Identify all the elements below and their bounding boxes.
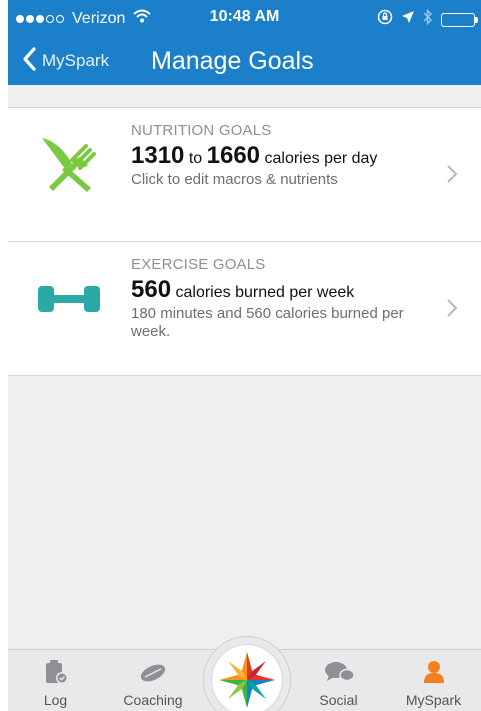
- calorie-min: 1310: [131, 142, 185, 169]
- nutrition-goal-range: 1310 to 1660 calories per day: [131, 142, 421, 170]
- fork-knife-icon: [36, 130, 100, 194]
- social-icon: [323, 659, 355, 685]
- tab-log[interactable]: Log: [8, 650, 103, 711]
- location-arrow-icon: [401, 10, 415, 29]
- back-button[interactable]: MySpark: [22, 44, 109, 78]
- tab-myspark[interactable]: MySpark: [386, 650, 481, 711]
- calories-burned-value: 560: [131, 276, 172, 303]
- log-icon: [40, 659, 72, 685]
- nutrition-goal-subtitle: Click to edit macros & nutrients: [131, 171, 338, 188]
- range-separator: to: [188, 150, 203, 167]
- header: Verizon 10:48 AM MySpark Manage Goals: [8, 0, 481, 85]
- person-icon: [418, 659, 450, 685]
- app-screen: Verizon 10:48 AM MySpark Manage Goals NU…: [8, 0, 481, 711]
- tab-label: Log: [43, 692, 68, 708]
- chevron-right-icon: [445, 164, 459, 184]
- page-title: Manage Goals: [151, 47, 314, 75]
- goals-list: NUTRITION GOALS 1310 to 1660 calories pe…: [8, 107, 481, 376]
- tab-label: MySpark: [405, 692, 462, 708]
- orientation-lock-icon: [377, 9, 393, 30]
- status-right: [377, 8, 478, 30]
- tab-label: Coaching: [123, 692, 183, 708]
- calories-burned-unit: calories burned per week: [175, 284, 355, 301]
- calorie-max: 1660: [206, 142, 261, 169]
- nutrition-goal-text: NUTRITION GOALS 1310 to 1660 calories pe…: [131, 122, 421, 189]
- battery-icon: [441, 12, 478, 27]
- spark-button-face: [212, 645, 282, 711]
- dumbbell-icon: [36, 264, 100, 328]
- tab-coaching[interactable]: Coaching: [103, 650, 203, 711]
- chevron-right-icon: [445, 298, 459, 318]
- coaching-icon: [137, 659, 169, 685]
- exercise-goals-row[interactable]: EXERCISE GOALS 560 calories burned per w…: [8, 242, 481, 376]
- spark-star-icon: [217, 650, 277, 710]
- back-label: MySpark: [42, 51, 110, 70]
- nutrition-goals-label: NUTRITION GOALS: [131, 122, 272, 139]
- exercise-goal-subtitle: 180 minutes and 560 calories burned per …: [131, 305, 404, 340]
- spark-center-button[interactable]: [203, 636, 291, 711]
- tab-social[interactable]: Social: [291, 650, 386, 711]
- nutrition-goals-row[interactable]: NUTRITION GOALS 1310 to 1660 calories pe…: [8, 108, 481, 242]
- tab-label: Social: [319, 692, 358, 708]
- chevron-left-icon: [22, 46, 36, 76]
- exercise-goals-label: EXERCISE GOALS: [131, 256, 266, 273]
- exercise-goal-text: EXERCISE GOALS 560 calories burned per w…: [131, 256, 421, 341]
- nav-bar: MySpark Manage Goals: [8, 36, 481, 84]
- bluetooth-icon: [423, 8, 433, 30]
- status-bar: Verizon 10:48 AM: [8, 0, 481, 36]
- exercise-goal-value: 560 calories burned per week: [131, 276, 421, 304]
- calorie-unit: calories per day: [264, 150, 378, 167]
